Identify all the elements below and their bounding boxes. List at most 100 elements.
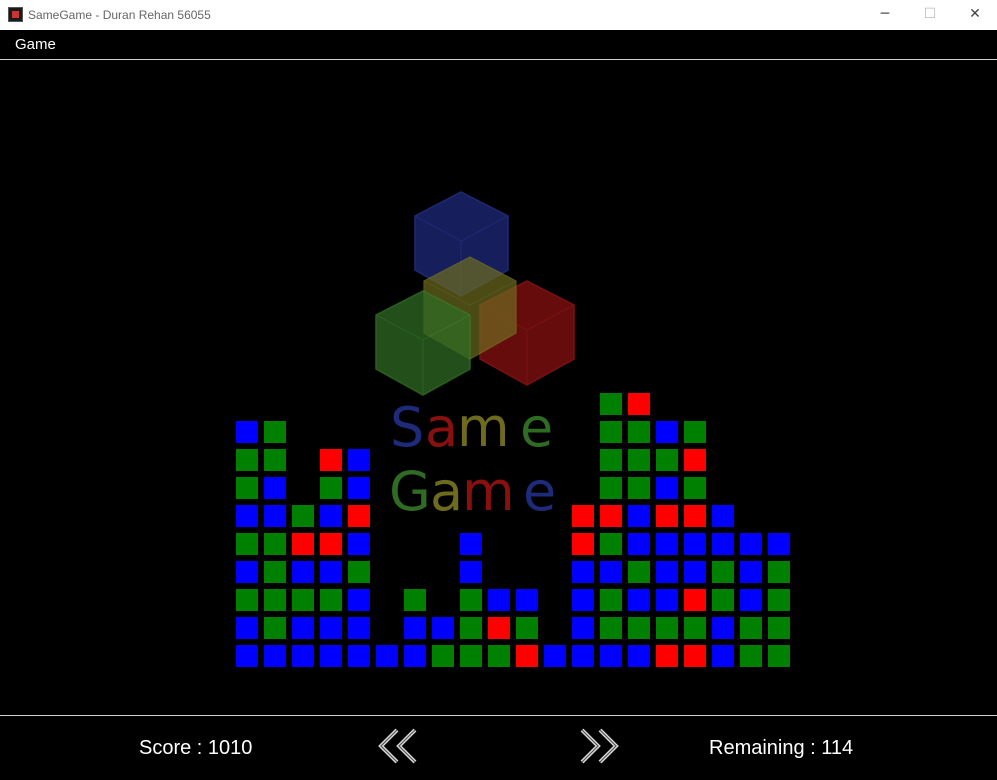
tile[interactable] bbox=[320, 449, 342, 471]
tile[interactable] bbox=[292, 617, 314, 639]
tile[interactable] bbox=[712, 645, 734, 667]
tile[interactable] bbox=[348, 645, 370, 667]
tile[interactable] bbox=[236, 477, 258, 499]
tile[interactable] bbox=[320, 617, 342, 639]
tile[interactable] bbox=[236, 505, 258, 527]
tile[interactable] bbox=[572, 617, 594, 639]
tile[interactable] bbox=[712, 617, 734, 639]
tile[interactable] bbox=[712, 589, 734, 611]
tile[interactable] bbox=[628, 617, 650, 639]
tile[interactable] bbox=[712, 561, 734, 583]
tile[interactable] bbox=[572, 561, 594, 583]
tile[interactable] bbox=[264, 645, 286, 667]
tile[interactable] bbox=[264, 421, 286, 443]
tile[interactable] bbox=[684, 421, 706, 443]
tile[interactable] bbox=[656, 449, 678, 471]
tile[interactable] bbox=[600, 505, 622, 527]
tile[interactable] bbox=[516, 589, 538, 611]
tile[interactable] bbox=[572, 533, 594, 555]
tile[interactable] bbox=[236, 645, 258, 667]
tile[interactable] bbox=[320, 477, 342, 499]
tile[interactable] bbox=[628, 505, 650, 527]
tile[interactable] bbox=[376, 645, 398, 667]
tile[interactable] bbox=[292, 645, 314, 667]
tile[interactable] bbox=[684, 533, 706, 555]
tile[interactable] bbox=[460, 561, 482, 583]
tile[interactable] bbox=[432, 645, 454, 667]
tile[interactable] bbox=[488, 617, 510, 639]
tile[interactable] bbox=[656, 589, 678, 611]
tile[interactable] bbox=[264, 533, 286, 555]
game-board[interactable]: S a m e G a m e bbox=[0, 61, 997, 715]
tile[interactable] bbox=[264, 449, 286, 471]
tile[interactable] bbox=[460, 589, 482, 611]
tile[interactable] bbox=[236, 589, 258, 611]
tile[interactable] bbox=[684, 477, 706, 499]
tile[interactable] bbox=[628, 477, 650, 499]
tile[interactable] bbox=[684, 589, 706, 611]
tile[interactable] bbox=[320, 645, 342, 667]
tile[interactable] bbox=[684, 449, 706, 471]
next-button[interactable] bbox=[576, 726, 620, 770]
tile[interactable] bbox=[628, 449, 650, 471]
tile[interactable] bbox=[460, 533, 482, 555]
tile[interactable] bbox=[264, 505, 286, 527]
tile[interactable] bbox=[712, 505, 734, 527]
tile[interactable] bbox=[684, 561, 706, 583]
tile[interactable] bbox=[236, 617, 258, 639]
tile[interactable] bbox=[320, 589, 342, 611]
tile[interactable] bbox=[600, 589, 622, 611]
tile[interactable] bbox=[600, 449, 622, 471]
tile[interactable] bbox=[600, 421, 622, 443]
tile[interactable] bbox=[404, 645, 426, 667]
tile[interactable] bbox=[348, 561, 370, 583]
tile[interactable] bbox=[236, 561, 258, 583]
tile[interactable] bbox=[768, 561, 790, 583]
tile[interactable] bbox=[236, 421, 258, 443]
tile[interactable] bbox=[600, 645, 622, 667]
tile[interactable] bbox=[292, 561, 314, 583]
tile[interactable] bbox=[320, 533, 342, 555]
tile[interactable] bbox=[264, 589, 286, 611]
tile[interactable] bbox=[348, 589, 370, 611]
close-button[interactable]: ✕ bbox=[952, 0, 997, 30]
tile[interactable] bbox=[740, 645, 762, 667]
tile[interactable] bbox=[348, 505, 370, 527]
tile[interactable] bbox=[628, 561, 650, 583]
tile[interactable] bbox=[572, 589, 594, 611]
tile[interactable] bbox=[460, 617, 482, 639]
tile[interactable] bbox=[404, 589, 426, 611]
tile[interactable] bbox=[628, 533, 650, 555]
tile[interactable] bbox=[264, 617, 286, 639]
tile[interactable] bbox=[600, 561, 622, 583]
tile[interactable] bbox=[264, 477, 286, 499]
tile[interactable] bbox=[572, 505, 594, 527]
tile[interactable] bbox=[516, 645, 538, 667]
tile[interactable] bbox=[740, 589, 762, 611]
tile[interactable] bbox=[544, 645, 566, 667]
tile[interactable] bbox=[516, 617, 538, 639]
tile[interactable] bbox=[656, 505, 678, 527]
tile[interactable] bbox=[656, 421, 678, 443]
tile[interactable] bbox=[740, 617, 762, 639]
tile[interactable] bbox=[320, 561, 342, 583]
tile[interactable] bbox=[236, 449, 258, 471]
tile[interactable] bbox=[600, 393, 622, 415]
minimize-button[interactable]: ─ bbox=[862, 0, 908, 30]
tile[interactable] bbox=[236, 533, 258, 555]
tile[interactable] bbox=[628, 645, 650, 667]
tile[interactable] bbox=[432, 617, 454, 639]
tile[interactable] bbox=[656, 533, 678, 555]
tile[interactable] bbox=[600, 477, 622, 499]
tile[interactable] bbox=[656, 561, 678, 583]
tile[interactable] bbox=[712, 533, 734, 555]
tile[interactable] bbox=[740, 533, 762, 555]
tile[interactable] bbox=[488, 645, 510, 667]
tile[interactable] bbox=[768, 533, 790, 555]
tile[interactable] bbox=[404, 617, 426, 639]
tile[interactable] bbox=[348, 449, 370, 471]
tile[interactable] bbox=[348, 477, 370, 499]
tile[interactable] bbox=[572, 645, 594, 667]
tile[interactable] bbox=[684, 617, 706, 639]
tile[interactable] bbox=[320, 505, 342, 527]
